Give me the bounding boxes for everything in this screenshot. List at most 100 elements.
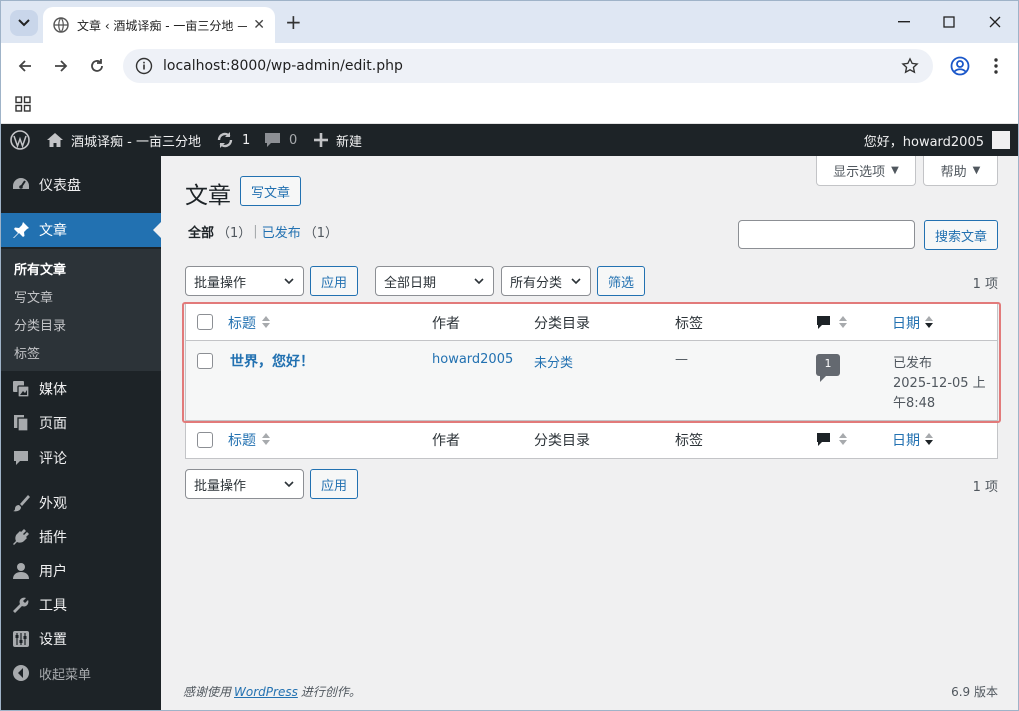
help-button[interactable]: 帮助 ▼ xyxy=(923,156,998,186)
wp-logo-button[interactable] xyxy=(10,124,30,156)
menu-label: 评论 xyxy=(39,451,67,467)
menu-item-pages[interactable]: 页面 xyxy=(1,406,161,440)
updates-link[interactable]: 1 xyxy=(216,124,250,156)
menu-item-dashboard[interactable]: 仪表盘 xyxy=(1,168,161,202)
bulk-actions-select[interactable]: 批量操作 xyxy=(185,266,304,296)
wrench-icon xyxy=(11,595,31,615)
search-input[interactable] xyxy=(738,220,915,249)
close-icon xyxy=(989,16,1001,28)
chevron-down-icon xyxy=(284,481,294,488)
filter-all-link[interactable]: 全部 xyxy=(188,222,214,241)
minimize-button[interactable] xyxy=(889,9,919,35)
browser-window: 文章 ‹ 酒城译痴 - 一亩三分地 — WordPress ✕ + localh… xyxy=(0,0,1019,711)
updates-count: 1 xyxy=(242,132,251,148)
screen-options-button[interactable]: 显示选项 ▼ xyxy=(816,156,916,186)
account-menu[interactable]: 您好，howard2005 xyxy=(864,124,1010,156)
greeting: 您好，howard2005 xyxy=(863,134,984,150)
main-content: 显示选项 ▼ 帮助 ▼ 文章 写文章 全部 （1） | 已发布 （1） 搜索文章… xyxy=(161,156,1018,710)
reload-icon xyxy=(91,59,103,72)
comment-icon xyxy=(11,448,31,468)
search-posts-button[interactable]: 搜索文章 xyxy=(924,220,998,250)
site-name: 酒城译痴 - 一亩三分地 xyxy=(71,134,201,150)
apply-button[interactable]: 应用 xyxy=(310,266,358,296)
caret-down-icon: ▼ xyxy=(972,165,981,176)
star-icon[interactable] xyxy=(901,57,919,75)
screen-options-label: 显示选项 xyxy=(833,165,886,180)
comments-link[interactable]: 0 xyxy=(264,124,297,156)
wordpress-link[interactable]: WordPress xyxy=(234,685,298,699)
title-column-footer[interactable]: 标题 xyxy=(228,430,256,450)
new-content-link[interactable]: 新建 xyxy=(314,124,362,156)
minimize-icon xyxy=(898,21,910,23)
apply-button-bottom[interactable]: 应用 xyxy=(310,469,358,499)
menu-label: 插件 xyxy=(39,530,67,546)
menu-item-comments[interactable]: 评论 xyxy=(1,441,161,475)
close-window-button[interactable] xyxy=(980,9,1010,35)
site-info-icon[interactable] xyxy=(135,57,153,75)
tab-search-button[interactable] xyxy=(10,10,38,36)
menu-item-users[interactable]: 用户 xyxy=(1,554,161,588)
bulk-actions-select-bottom[interactable]: 批量操作 xyxy=(185,469,304,499)
menu-item-media[interactable]: 媒体 xyxy=(1,372,161,406)
tab-bar: 文章 ‹ 酒城译痴 - 一亩三分地 — WordPress ✕ + xyxy=(1,1,1018,43)
apps-grid-icon[interactable] xyxy=(15,96,31,112)
select-all-checkbox-bottom[interactable] xyxy=(197,432,213,448)
menu-item-appearance[interactable]: 外观 xyxy=(1,486,161,520)
browser-tab[interactable]: 文章 ‹ 酒城译痴 - 一亩三分地 — WordPress ✕ xyxy=(43,7,275,43)
profile-button[interactable] xyxy=(949,55,971,77)
arrow-left-icon xyxy=(18,60,31,72)
menu-item-plugins[interactable]: 插件 xyxy=(1,520,161,554)
caret-down-icon: ▼ xyxy=(891,165,899,176)
date-filter-select[interactable]: 全部日期 xyxy=(375,266,494,296)
filter-separator: | xyxy=(253,224,258,239)
menu-label: 媒体 xyxy=(39,382,67,398)
date-column-footer[interactable]: 日期 xyxy=(892,430,920,450)
comments-column-icon[interactable] xyxy=(816,432,831,447)
category-filter-select[interactable]: 所有分类 xyxy=(501,266,591,296)
collapse-icon xyxy=(11,663,31,683)
menu-item-tools[interactable]: 工具 xyxy=(1,588,161,622)
home-icon xyxy=(47,133,63,147)
url-text: localhost:8000/wp-admin/edit.php xyxy=(163,58,403,74)
menu-button[interactable] xyxy=(985,55,1007,77)
add-new-post-button[interactable]: 写文章 xyxy=(240,176,301,206)
submenu-categories[interactable]: 分类目录 xyxy=(14,315,66,334)
footer-thanks: 感谢使用 WordPress 进行创作。 xyxy=(183,683,361,700)
filter-button[interactable]: 筛选 xyxy=(597,266,645,296)
menu-item-posts[interactable]: 文章 xyxy=(1,213,161,247)
reload-button[interactable] xyxy=(86,55,108,77)
address-bar[interactable]: localhost:8000/wp-admin/edit.php xyxy=(123,49,933,83)
submenu-add-new[interactable]: 写文章 xyxy=(14,287,53,306)
menu-label: 工具 xyxy=(39,598,67,614)
back-button[interactable] xyxy=(14,55,36,77)
tab-close-icon[interactable]: ✕ xyxy=(253,17,265,33)
categories-column-footer: 分类目录 xyxy=(534,433,590,449)
maximize-button[interactable] xyxy=(934,9,964,35)
post-status-filters: 全部 （1） | 已发布 （1） xyxy=(188,222,338,241)
items-count: 1 项 xyxy=(972,277,998,292)
submenu-all-posts[interactable]: 所有文章 xyxy=(14,259,66,278)
updates-icon xyxy=(217,132,233,148)
site-name-link[interactable]: 酒城译痴 - 一亩三分地 xyxy=(46,124,201,156)
menu-item-settings[interactable]: 设置 xyxy=(1,622,161,656)
tab-title: 文章 ‹ 酒城译痴 - 一亩三分地 — WordPress xyxy=(77,18,247,33)
page-title: 文章 xyxy=(185,183,231,209)
filter-published-link[interactable]: 已发布 xyxy=(262,222,301,241)
forward-button[interactable] xyxy=(50,55,72,77)
menu-label: 设置 xyxy=(39,632,67,648)
profile-icon xyxy=(950,56,970,76)
new-tab-button[interactable]: + xyxy=(285,11,302,33)
current-menu-arrow-icon xyxy=(153,222,161,238)
items-count-bottom: 1 项 xyxy=(972,480,998,495)
settings-sliders-icon xyxy=(11,629,31,649)
arrow-right-icon xyxy=(55,60,68,72)
plus-icon xyxy=(314,133,328,147)
filter-all-count: （1） xyxy=(217,226,252,241)
bookmarks-bar xyxy=(1,87,1018,124)
collapse-menu-button[interactable]: 收起菜单 xyxy=(1,656,161,690)
submenu-tags[interactable]: 标签 xyxy=(14,343,40,362)
bulk-actions-value: 批量操作 xyxy=(194,275,247,291)
admin-sidebar: 仪表盘 文章 所有文章 写文章 分类目录 标签 媒体 页面 评论 外观 插件 用… xyxy=(1,156,161,710)
menu-label: 外观 xyxy=(39,496,67,512)
dashboard-icon xyxy=(11,175,31,195)
